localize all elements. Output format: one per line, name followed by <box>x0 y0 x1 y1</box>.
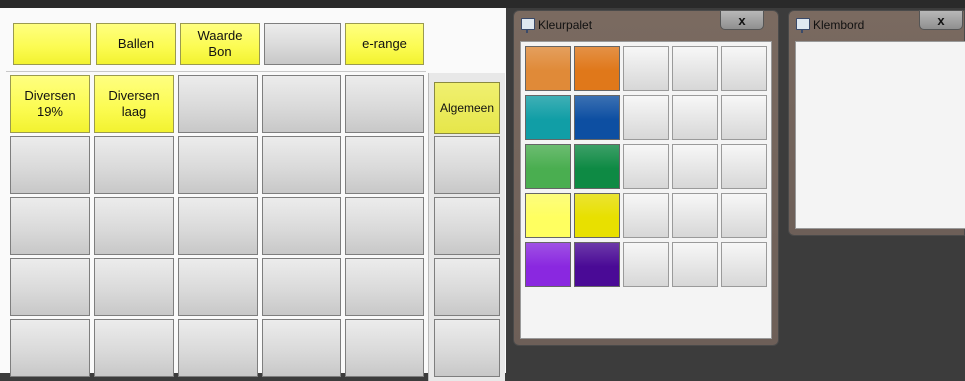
empty-swatch[interactable] <box>721 95 767 140</box>
grid-button[interactable] <box>94 136 174 194</box>
grid-button[interactable] <box>10 197 90 255</box>
grid-button[interactable] <box>262 75 341 133</box>
top-button-ballen[interactable]: Ballen <box>96 23 176 65</box>
clipboard-window: Klembord x <box>788 10 965 236</box>
grid-button[interactable] <box>178 319 258 377</box>
palette-close-button[interactable]: x <box>720 10 764 30</box>
empty-swatch[interactable] <box>623 144 669 189</box>
grid-button[interactable] <box>178 258 258 316</box>
group-divider <box>6 71 426 72</box>
top-bar <box>0 0 965 8</box>
grid-button[interactable] <box>10 136 90 194</box>
clipboard-area[interactable] <box>795 41 965 229</box>
empty-swatch[interactable] <box>623 95 669 140</box>
grid-button[interactable] <box>94 197 174 255</box>
grid-button[interactable] <box>178 197 258 255</box>
grid-button[interactable] <box>178 75 258 133</box>
button-panel: Ballen Waarde Bon e-range Diversen 19% D… <box>0 8 506 381</box>
clipboard-window-title: Klembord <box>813 18 865 32</box>
grid-button[interactable] <box>94 319 174 377</box>
color-swatch[interactable] <box>574 193 620 238</box>
grid-button[interactable] <box>345 258 424 316</box>
color-swatch[interactable] <box>525 95 571 140</box>
empty-swatch[interactable] <box>721 144 767 189</box>
color-swatch[interactable] <box>525 193 571 238</box>
grid-button[interactable] <box>345 75 424 133</box>
palette-window-title: Kleurpalet <box>538 18 593 32</box>
button-algemeen[interactable]: Algemeen <box>434 82 500 134</box>
color-swatch[interactable] <box>574 46 620 91</box>
clipboard-close-button[interactable]: x <box>919 10 963 30</box>
top-button-4[interactable] <box>264 23 341 65</box>
grid-button[interactable] <box>262 197 341 255</box>
color-swatch[interactable] <box>525 144 571 189</box>
grid-button[interactable] <box>345 136 424 194</box>
grid-button[interactable] <box>262 319 341 377</box>
empty-swatch[interactable] <box>672 95 718 140</box>
top-button-waarde-bon[interactable]: Waarde Bon <box>180 23 260 65</box>
side-button[interactable] <box>434 258 500 316</box>
color-swatch[interactable] <box>574 95 620 140</box>
side-button[interactable] <box>434 319 500 377</box>
button-diversen-19[interactable]: Diversen 19% <box>10 75 90 133</box>
button-diversen-laag[interactable]: Diversen laag <box>94 75 174 133</box>
grid-button[interactable] <box>178 136 258 194</box>
app-icon <box>796 18 810 33</box>
grid-button[interactable] <box>262 136 341 194</box>
grid-button[interactable] <box>10 258 90 316</box>
empty-swatch[interactable] <box>672 242 718 287</box>
grid-button[interactable] <box>345 319 424 377</box>
grid-button[interactable] <box>10 319 90 377</box>
empty-swatch[interactable] <box>721 193 767 238</box>
grid-button[interactable] <box>94 258 174 316</box>
empty-swatch[interactable] <box>672 193 718 238</box>
color-swatch[interactable] <box>525 46 571 91</box>
side-button[interactable] <box>434 136 500 194</box>
top-button-e-range[interactable]: e-range <box>345 23 424 65</box>
color-swatch[interactable] <box>525 242 571 287</box>
color-swatch[interactable] <box>574 242 620 287</box>
palette-grid <box>520 41 772 339</box>
empty-swatch[interactable] <box>623 46 669 91</box>
top-button-1[interactable] <box>13 23 91 65</box>
side-button[interactable] <box>434 197 500 255</box>
palette-window: Kleurpalet x <box>513 10 779 346</box>
empty-swatch[interactable] <box>672 46 718 91</box>
color-swatch[interactable] <box>574 144 620 189</box>
grid-button[interactable] <box>262 258 341 316</box>
empty-swatch[interactable] <box>623 193 669 238</box>
app-icon <box>521 18 535 33</box>
grid-button[interactable] <box>345 197 424 255</box>
empty-swatch[interactable] <box>623 242 669 287</box>
empty-swatch[interactable] <box>672 144 718 189</box>
empty-swatch[interactable] <box>721 46 767 91</box>
empty-swatch[interactable] <box>721 242 767 287</box>
